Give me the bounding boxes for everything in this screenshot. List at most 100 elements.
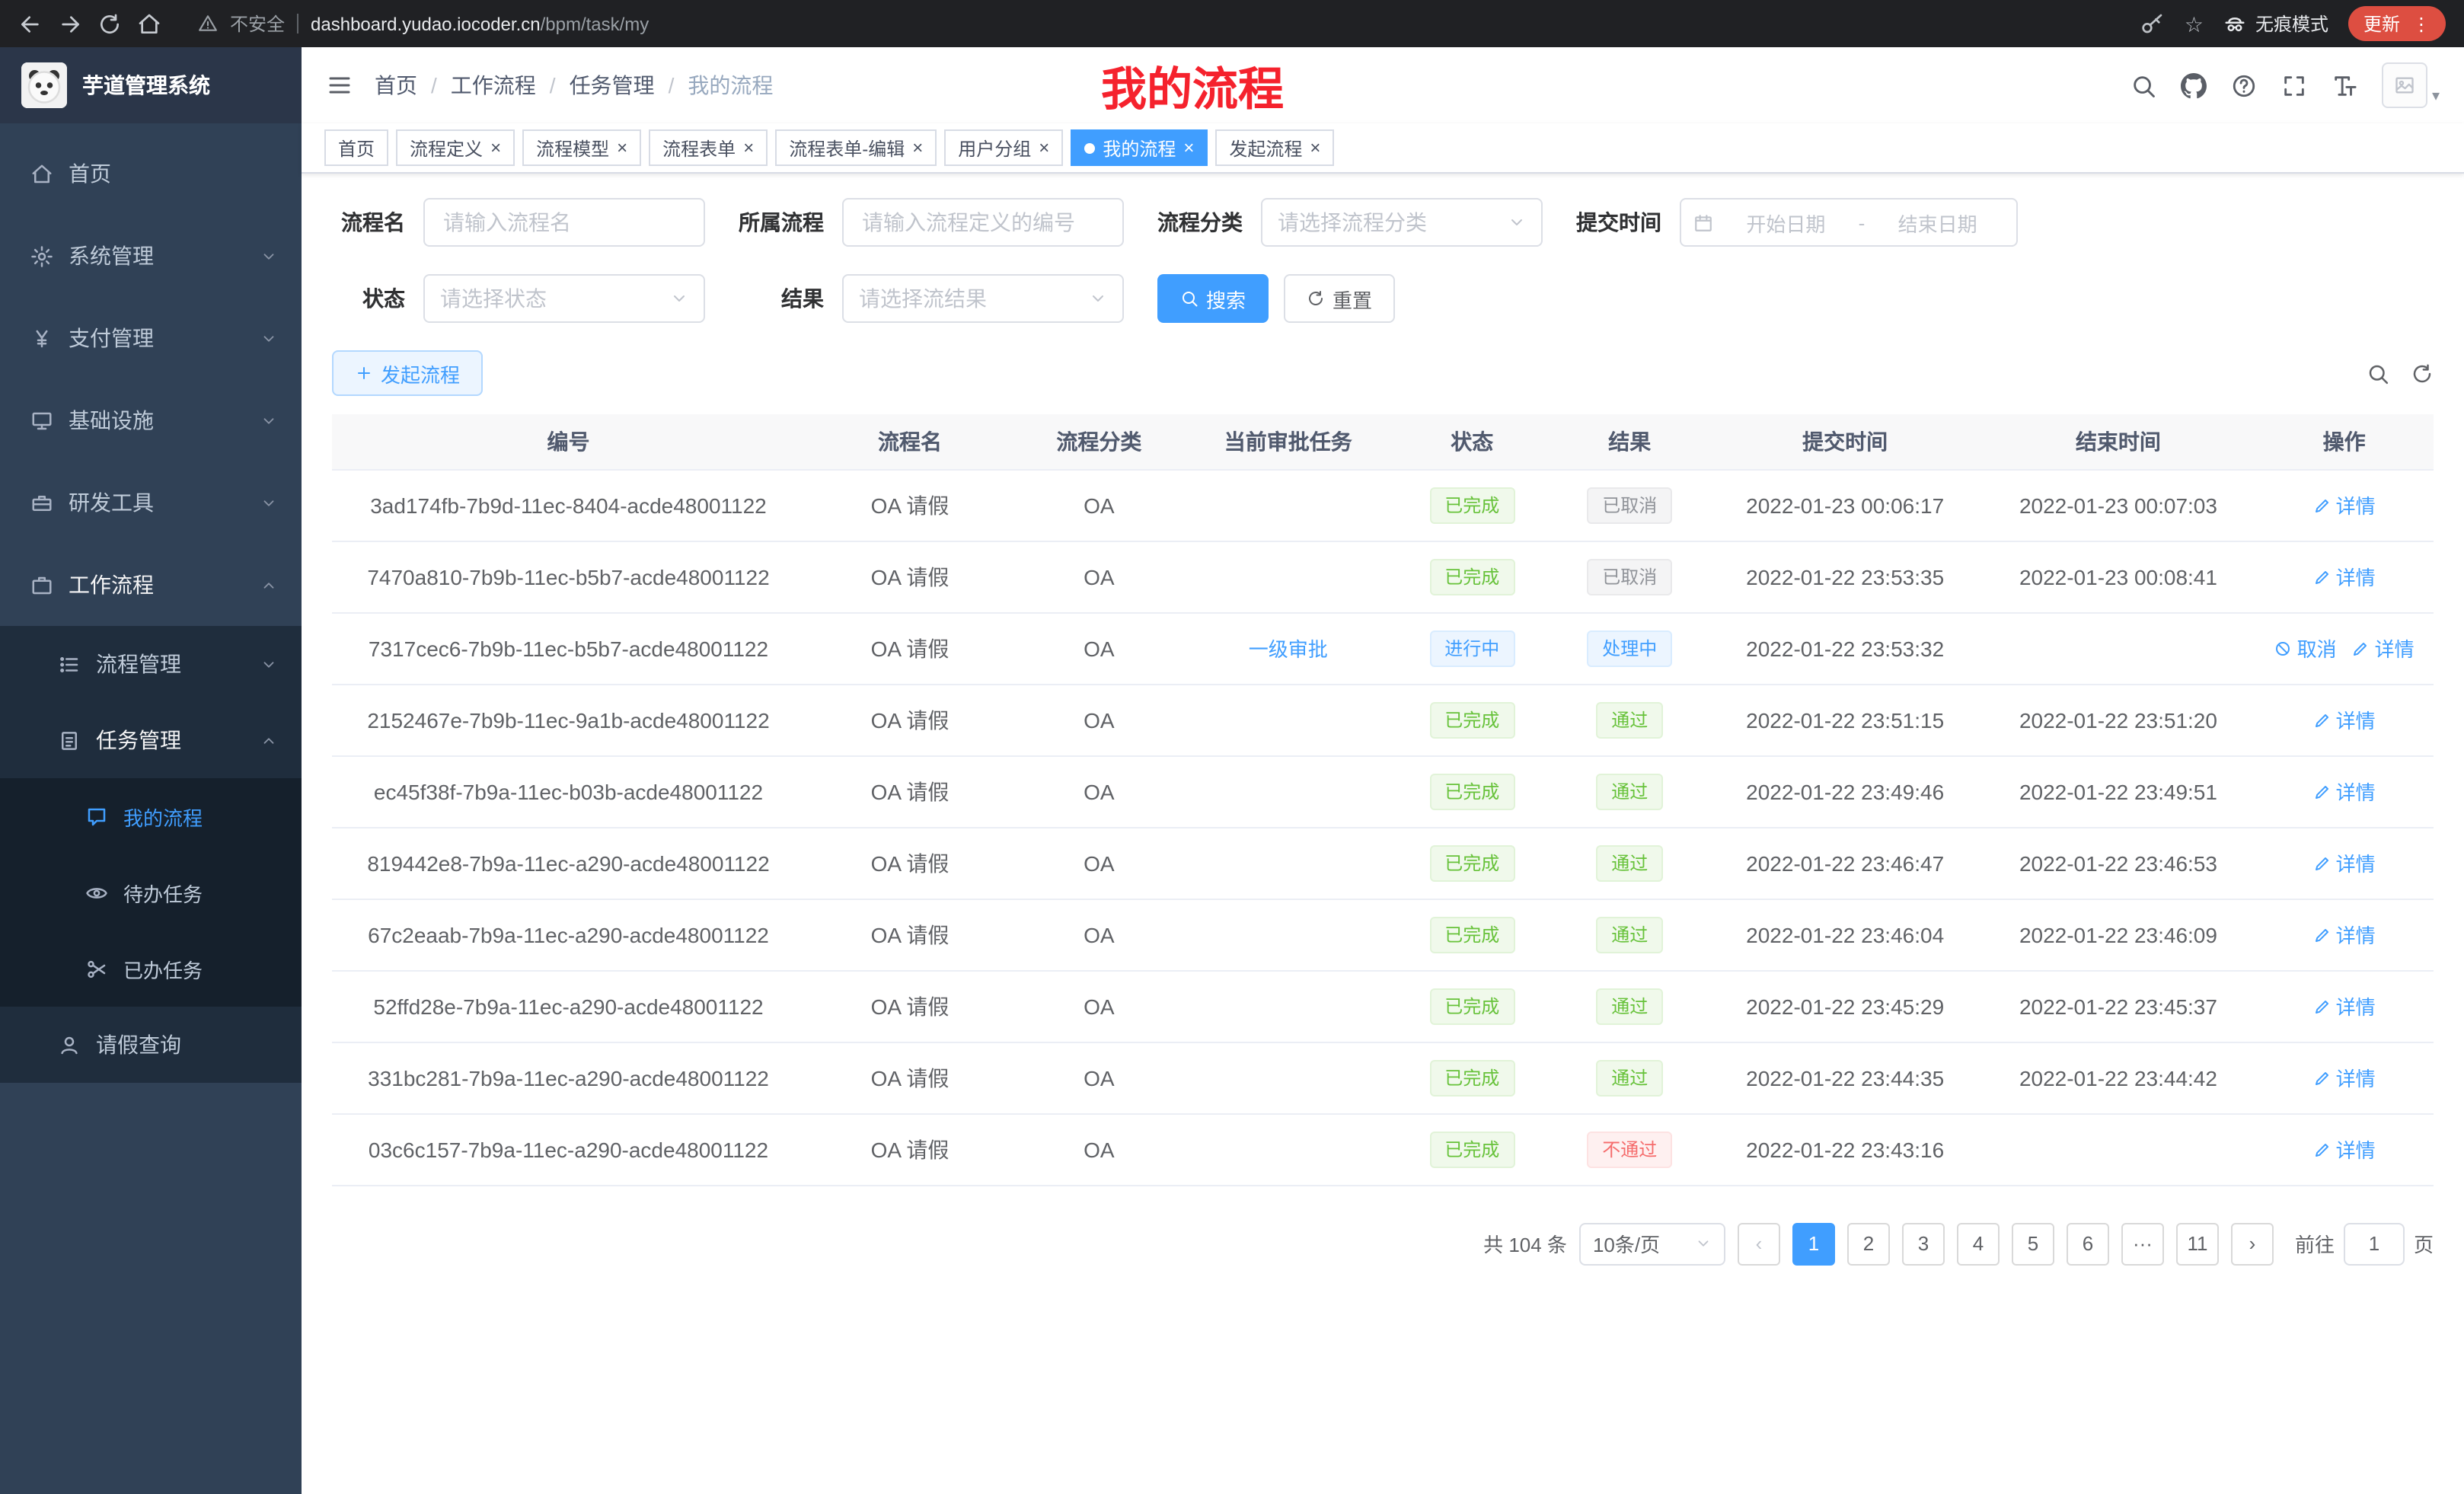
close-icon[interactable]: ×: [1183, 137, 1194, 158]
pagination-page[interactable]: 5: [2012, 1222, 2054, 1265]
goto-page-input[interactable]: [2344, 1222, 2405, 1265]
tag-view-tab[interactable]: 用户分组 ×: [944, 129, 1063, 166]
detail-button[interactable]: 详情: [2313, 705, 2376, 734]
create-process-button[interactable]: 发起流程: [332, 350, 483, 396]
detail-button[interactable]: 详情: [2313, 991, 2376, 1020]
detail-button[interactable]: 详情: [2313, 1063, 2376, 1092]
pagination-more[interactable]: ···: [2121, 1222, 2164, 1265]
fullscreen-icon[interactable]: [2281, 72, 2307, 98]
detail-button[interactable]: 详情: [2313, 562, 2376, 591]
column-header: 状态: [1393, 414, 1551, 469]
sidebar-item[interactable]: 流程管理: [0, 626, 302, 702]
date-range-picker[interactable]: 开始日期 - 结束日期: [1680, 198, 2018, 247]
close-icon[interactable]: ×: [912, 137, 923, 158]
close-icon[interactable]: ×: [1039, 137, 1049, 158]
tag-view-tab[interactable]: 首页: [324, 129, 388, 166]
result-badge: 通过: [1596, 1059, 1663, 1096]
detail-button[interactable]: 详情: [2313, 1135, 2376, 1164]
action-label: 详情: [2336, 991, 2376, 1020]
tab-label: 用户分组: [958, 135, 1031, 161]
help-icon[interactable]: [2231, 72, 2257, 98]
sidebar-item[interactable]: 基础设施: [0, 379, 302, 461]
search-icon[interactable]: [2367, 362, 2389, 385]
detail-button[interactable]: 详情: [2313, 848, 2376, 877]
tag-view-tab[interactable]: 流程定义×: [396, 129, 515, 166]
address-bar[interactable]: 不安全 dashboard.yudao.iocoder.cn/bpm/task/…: [198, 11, 2104, 37]
category-cell: OA: [1015, 1113, 1183, 1185]
actions-cell: 详情: [2255, 469, 2434, 541]
sidebar-item[interactable]: 待办任务: [0, 854, 302, 931]
category-cell: OA: [1015, 684, 1183, 755]
menu-dots-icon[interactable]: ⋮: [2412, 14, 2430, 33]
tag-view-tab[interactable]: 流程表单×: [649, 129, 768, 166]
task-link[interactable]: 一级审批: [1249, 634, 1328, 662]
detail-button[interactable]: 详情: [2313, 490, 2376, 519]
sidebar-item[interactable]: 系统管理: [0, 215, 302, 297]
sidebar-item[interactable]: 任务管理: [0, 702, 302, 778]
close-icon[interactable]: ×: [1310, 137, 1320, 158]
result-select[interactable]: 请选择流结果: [842, 274, 1124, 323]
process-definition-input[interactable]: [842, 198, 1124, 247]
sidebar-item[interactable]: 请假查询: [0, 1007, 302, 1083]
status-select[interactable]: 请选择状态: [423, 274, 705, 323]
user-avatar[interactable]: ▾: [2382, 62, 2440, 108]
category-select[interactable]: 请选择流程分类: [1261, 198, 1543, 247]
toolbar-right: [2367, 362, 2434, 385]
submit-time-cell: 2022-01-22 23:46:47: [1709, 827, 1982, 899]
browser-home-icon[interactable]: [137, 11, 161, 36]
close-icon[interactable]: ×: [617, 137, 627, 158]
pagination-page[interactable]: 4: [1957, 1222, 2000, 1265]
search-button[interactable]: 搜索: [1157, 274, 1269, 323]
sidebar-item[interactable]: 首页: [0, 132, 302, 215]
star-icon[interactable]: ☆: [2185, 13, 2204, 34]
tags-view: 首页流程定义×流程模型×流程表单×流程表单-编辑×用户分组×我的流程×发起流程×: [302, 123, 2464, 174]
sidebar-item-label: 已办任务: [123, 954, 302, 983]
back-icon[interactable]: [18, 11, 43, 36]
status-cell: 已完成: [1393, 755, 1551, 827]
close-icon[interactable]: ×: [743, 137, 754, 158]
close-icon[interactable]: ×: [490, 137, 501, 158]
sidebar-item[interactable]: 我的流程: [0, 778, 302, 854]
pagination-next[interactable]: ›: [2231, 1222, 2274, 1265]
breadcrumb-item[interactable]: 工作流程: [451, 70, 536, 101]
process-name-cell: OA 请假: [805, 1113, 1015, 1185]
github-icon[interactable]: [2181, 72, 2207, 98]
action-label: 取消: [2297, 634, 2337, 662]
refresh-icon[interactable]: [2411, 362, 2434, 385]
reload-icon[interactable]: [97, 11, 122, 36]
pagination-page[interactable]: 3: [1902, 1222, 1945, 1265]
tag-view-tab[interactable]: 我的流程×: [1071, 129, 1208, 166]
detail-button[interactable]: 详情: [2313, 920, 2376, 949]
pagination-page[interactable]: 6: [2067, 1222, 2109, 1265]
sidebar-item[interactable]: 已办任务: [0, 931, 302, 1007]
tag-view-tab[interactable]: 流程模型×: [522, 129, 641, 166]
status-badge: 进行中: [1429, 630, 1514, 666]
page-size-select[interactable]: 10条/页: [1579, 1222, 1725, 1265]
cancel-button[interactable]: 取消: [2274, 634, 2337, 662]
process-name-input[interactable]: [423, 198, 705, 247]
detail-button[interactable]: 详情: [2313, 777, 2376, 806]
detail-button[interactable]: 详情: [2352, 634, 2415, 662]
font-size-icon[interactable]: [2332, 72, 2357, 98]
search-icon[interactable]: [2130, 72, 2156, 98]
update-button[interactable]: 更新 ⋮: [2348, 6, 2446, 41]
sidebar-item[interactable]: 研发工具: [0, 461, 302, 544]
goto-unit: 页: [2414, 1229, 2434, 1258]
sidebar-item-label: 首页: [69, 158, 302, 189]
app-logo[interactable]: 芋道管理系统: [0, 47, 302, 123]
pagination-page[interactable]: 1: [1792, 1222, 1835, 1265]
action-label: 详情: [2336, 920, 2376, 949]
sidebar-item[interactable]: 工作流程: [0, 544, 302, 626]
tag-view-tab[interactable]: 发起流程×: [1215, 129, 1334, 166]
pagination-page[interactable]: 2: [1847, 1222, 1890, 1265]
breadcrumb-item[interactable]: 任务管理: [570, 70, 655, 101]
forward-icon[interactable]: [58, 11, 82, 36]
breadcrumb-item[interactable]: 首页: [375, 70, 417, 101]
reset-button[interactable]: 重置: [1284, 274, 1395, 323]
pagination-page[interactable]: 11: [2176, 1222, 2219, 1265]
hamburger-icon[interactable]: [326, 72, 353, 99]
pagination-prev[interactable]: ‹: [1738, 1222, 1780, 1265]
key-icon[interactable]: [2140, 11, 2165, 36]
sidebar-item[interactable]: 支付管理: [0, 297, 302, 379]
tag-view-tab[interactable]: 流程表单-编辑×: [775, 129, 937, 166]
